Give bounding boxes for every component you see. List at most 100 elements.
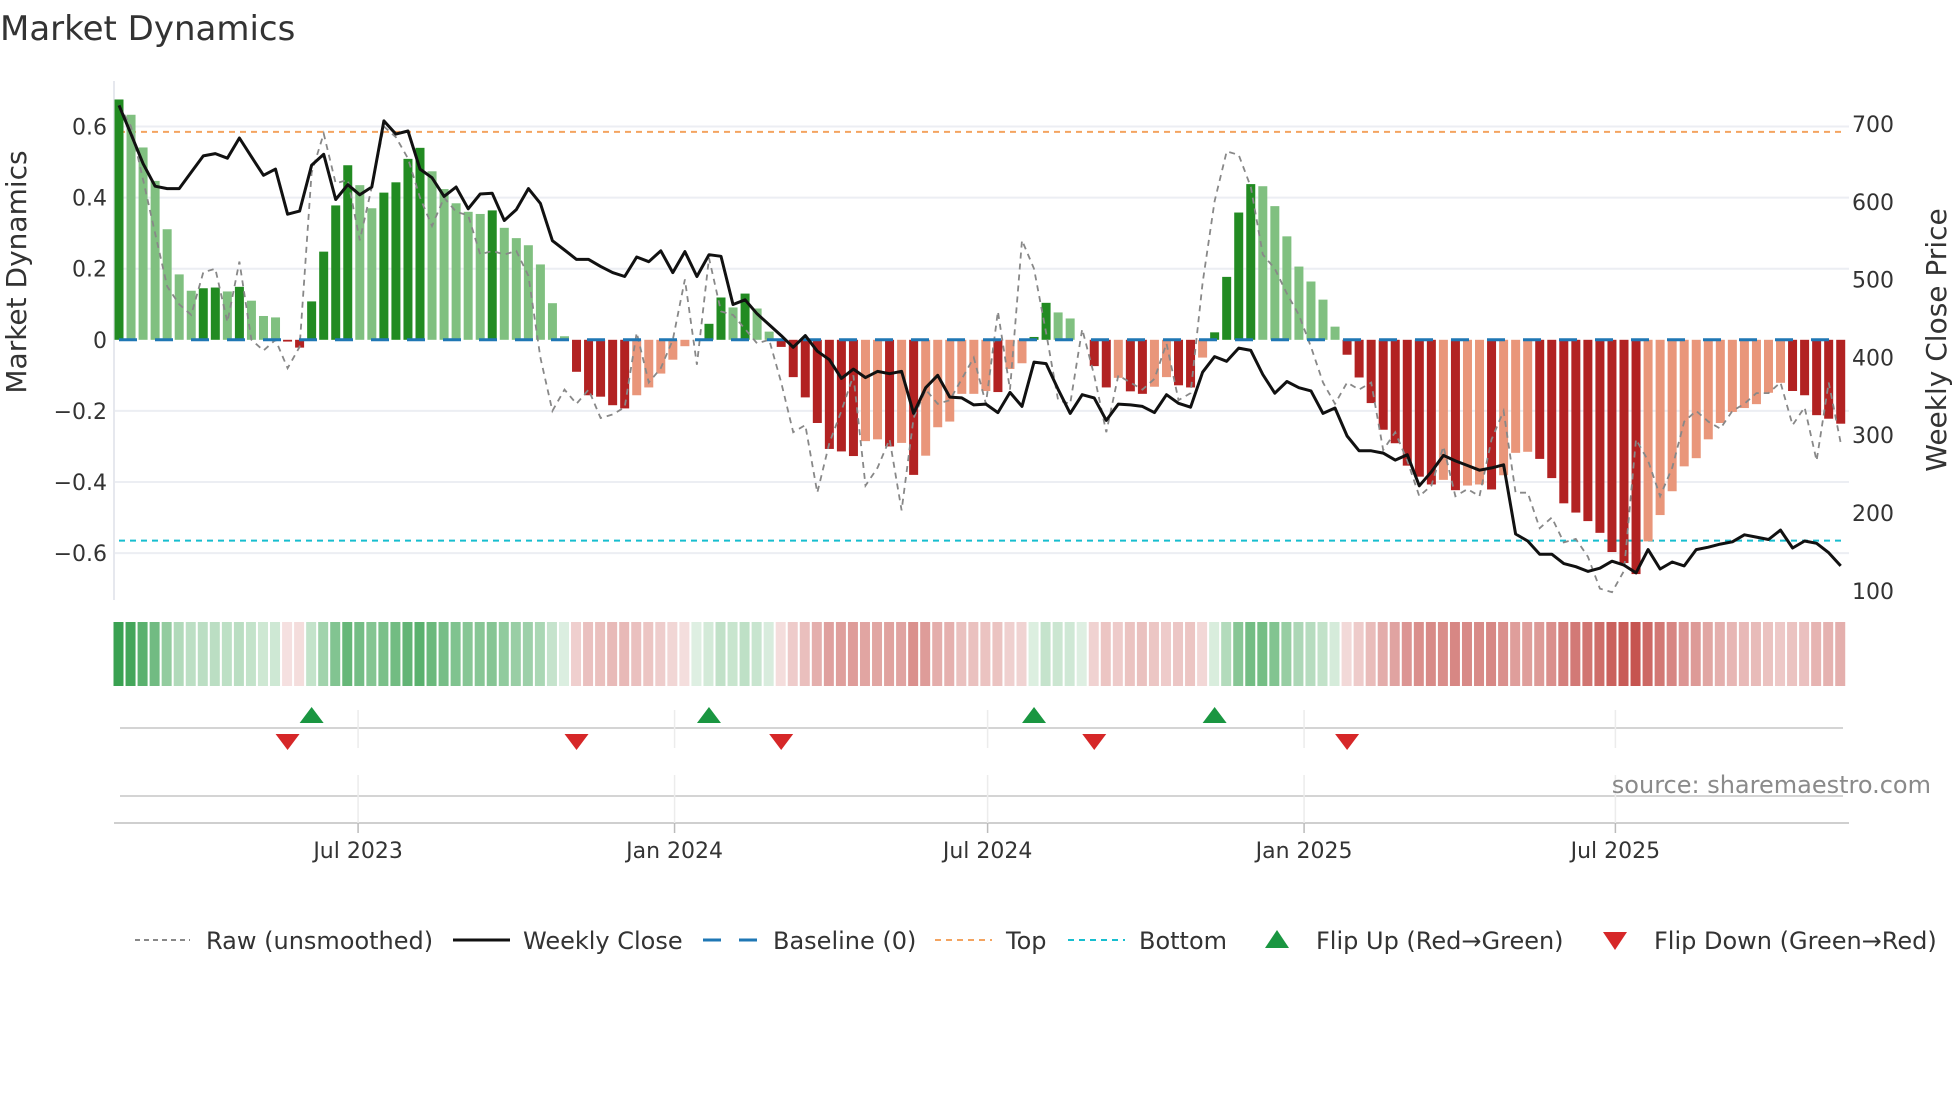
bar — [198, 288, 208, 340]
heat-cell — [691, 622, 702, 686]
heat-cell — [1678, 622, 1689, 686]
x-tick-label: Jul 2024 — [941, 839, 1033, 864]
heat-cell — [835, 622, 846, 686]
heat-cell — [884, 622, 895, 686]
heat-cell — [1750, 622, 1761, 686]
heat-cell — [342, 622, 353, 686]
bar — [1595, 339, 1605, 533]
bar — [511, 238, 521, 340]
heat-cell — [1365, 622, 1376, 686]
heat-cell — [354, 622, 365, 686]
bar — [463, 211, 473, 340]
heat-cell — [426, 622, 437, 686]
bar — [969, 339, 979, 394]
bar — [271, 317, 281, 340]
heat-cell — [1377, 622, 1388, 686]
bar — [487, 210, 497, 340]
flip-up-legend-icon — [1265, 930, 1289, 948]
bar — [620, 339, 630, 409]
x-tick-label: Jul 2025 — [1569, 839, 1661, 864]
bar — [1222, 276, 1232, 340]
heat-cell — [1702, 622, 1713, 686]
bar — [885, 339, 895, 447]
heat-cell — [149, 622, 160, 686]
heat-cell — [655, 622, 666, 686]
bar — [1763, 339, 1773, 393]
heat-cell — [1317, 622, 1328, 686]
flip-up-marker — [1022, 707, 1047, 723]
bar — [451, 203, 461, 340]
bar — [716, 297, 726, 340]
bar — [993, 339, 1003, 393]
heat-cell — [137, 622, 148, 686]
bar — [1089, 339, 1099, 367]
heat-cell — [920, 622, 931, 686]
heat-cell — [1666, 622, 1677, 686]
heat-cell — [125, 622, 136, 686]
bar — [1282, 236, 1292, 340]
y-right-tick-label: 400 — [1852, 346, 1894, 371]
heat-cell — [571, 622, 582, 686]
heat-cell — [1762, 622, 1773, 686]
bar — [728, 307, 738, 340]
bar — [668, 339, 678, 360]
heat-cell — [522, 622, 533, 686]
bar — [897, 339, 907, 443]
heat-cell — [257, 622, 268, 686]
heat-cell — [1606, 622, 1617, 686]
heat-cell — [631, 622, 642, 686]
heat-cell — [414, 622, 425, 686]
heat-cell — [330, 622, 341, 686]
bar — [1306, 281, 1316, 340]
bar — [427, 171, 437, 340]
heat-cell — [1642, 622, 1653, 686]
bar — [355, 185, 365, 340]
heat-cell — [908, 622, 919, 686]
heat-cell — [1016, 622, 1027, 686]
heat-cell — [366, 622, 377, 686]
heat-cell — [775, 622, 786, 686]
raw-line — [118, 104, 1842, 594]
heat-cell — [1004, 622, 1015, 686]
heat-cell — [703, 622, 714, 686]
heat-cell — [378, 622, 389, 686]
bar — [1390, 339, 1400, 444]
y-right-tick-label: 600 — [1852, 191, 1894, 216]
bar — [1788, 339, 1798, 391]
heat-cell — [1474, 622, 1485, 686]
heat-cell — [1618, 622, 1629, 686]
bar — [1426, 339, 1436, 485]
y-axis-right-label: Weekly Close Price — [1920, 208, 1953, 471]
bar — [1739, 339, 1749, 409]
bar — [680, 339, 690, 347]
heat-cell — [1546, 622, 1557, 686]
heat-cell — [787, 622, 798, 686]
heat-cell — [1293, 622, 1304, 686]
heat-cell — [1100, 622, 1111, 686]
heat-cell — [1413, 622, 1424, 686]
heat-cell — [1052, 622, 1063, 686]
heat-cell — [619, 622, 630, 686]
bar — [1715, 339, 1725, 423]
bar — [1378, 339, 1388, 430]
heat-cell — [438, 622, 449, 686]
heat-cell — [847, 622, 858, 686]
heat-cell — [1173, 622, 1184, 686]
flip-markers-panel — [120, 707, 1843, 797]
bar — [1342, 339, 1352, 355]
y-tick-label: 0 — [93, 329, 107, 354]
heat-cell — [498, 622, 509, 686]
bar — [608, 339, 618, 406]
legend: Raw (unsmoothed) Weekly Close Baseline (0)… — [135, 927, 1937, 955]
heat-cell — [944, 622, 955, 686]
heat-cell — [1245, 622, 1256, 686]
bar — [1198, 339, 1208, 358]
heat-cell — [643, 622, 654, 686]
heat-cell — [1738, 622, 1749, 686]
flip-up-marker — [1202, 707, 1227, 723]
bar — [114, 99, 124, 340]
heat-cell — [486, 622, 497, 686]
heat-cell — [739, 622, 750, 686]
heat-cell — [1281, 622, 1292, 686]
heat-cell — [1630, 622, 1641, 686]
